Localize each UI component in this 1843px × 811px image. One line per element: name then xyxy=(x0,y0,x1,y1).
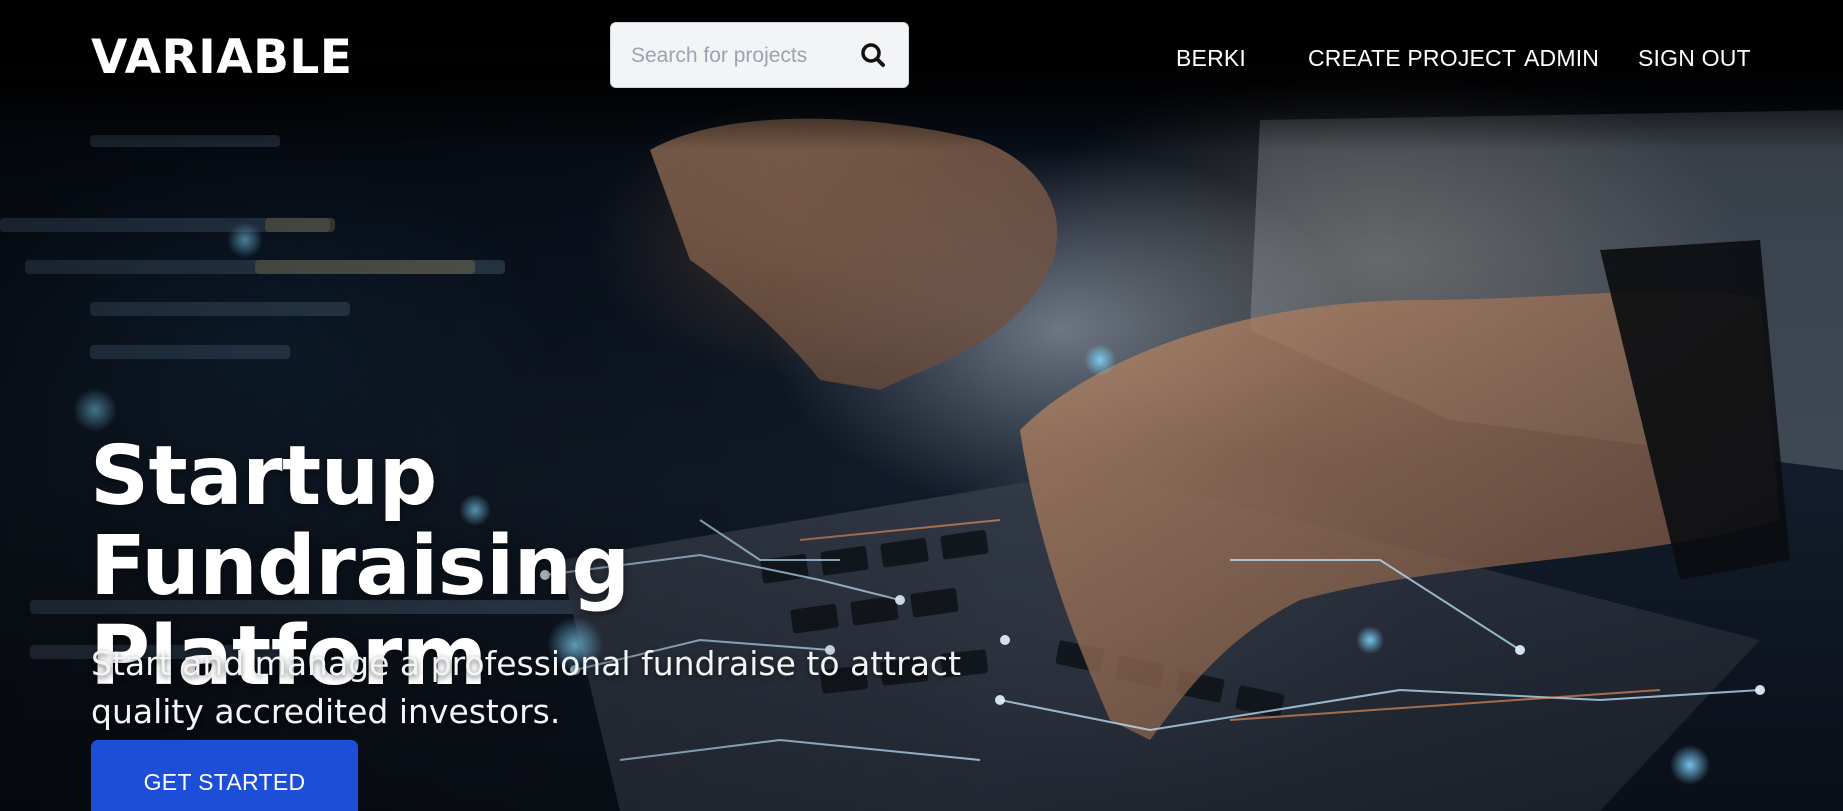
nav-admin[interactable]: ADMIN xyxy=(1524,38,1599,78)
get-started-button[interactable]: GET STARTED xyxy=(91,740,358,811)
hero-subtitle: Start and manage a professional fundrais… xyxy=(91,644,962,731)
nav-sign-out[interactable]: SIGN OUT xyxy=(1638,38,1751,78)
main-nav: BERKI CREATE PROJECT ADMIN SIGN OUT xyxy=(0,38,1843,78)
nav-create-project[interactable]: CREATE PROJECT xyxy=(1308,38,1516,78)
navbar: VARIABLE BERKI CREATE PROJECT ADMIN SIGN… xyxy=(0,0,1843,112)
nav-user-profile[interactable]: BERKI xyxy=(1176,38,1246,78)
page: VARIABLE BERKI CREATE PROJECT ADMIN SIGN… xyxy=(0,0,1843,811)
